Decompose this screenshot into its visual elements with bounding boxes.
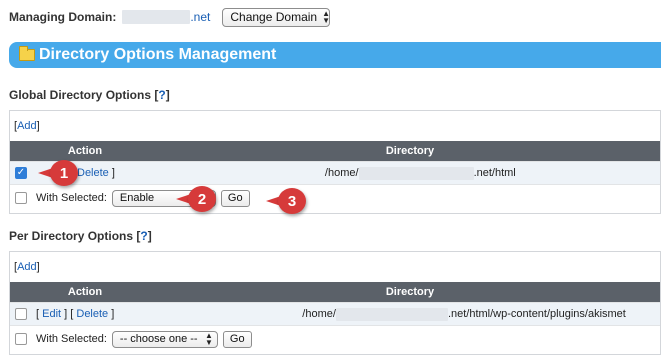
global-heading: Global Directory Options [?] [9,88,170,102]
redacted-domain [335,307,448,321]
global-panel: [ Add ] Action Directory ✓ Delete ] /hom… [9,110,661,214]
perdir-heading: Per Directory Options [?] [9,229,152,243]
perdir-panel: [ Add ] Action Directory [ Edit ] [ Dele… [9,251,661,355]
perdir-row-edit-link[interactable]: Edit [42,308,61,320]
global-select-all-checkbox[interactable] [15,192,27,204]
perdir-action-select[interactable]: -- choose one -- ▲ ▼ [111,330,218,348]
callout-1: 1 [38,160,78,186]
managing-domain-row: Managing Domain: .net Change Domain ▲ ▼ [9,7,331,27]
redacted-domain [358,166,474,180]
perdir-col-directory: Directory [385,286,435,298]
global-table-header: Action Directory [10,141,660,161]
perdir-dir-suffix: .net/html/wp-content/plugins/akismet [447,308,626,320]
folder-icon [19,46,35,61]
checkmark-icon: ✓ [16,167,26,178]
perdir-table-row: [ Edit ] [ Delete ] /home/ .net/html/wp-… [10,302,660,325]
global-col-action: Action [67,145,103,157]
perdir-action-select-value: -- choose one -- [119,333,198,345]
global-add-link[interactable]: Add [17,120,37,132]
perdir-row-checkbox[interactable] [15,308,27,320]
callout-1-number: 1 [59,164,69,182]
perdir-add-link[interactable]: Add [17,261,37,273]
global-row-actions: Delete ] [77,167,115,179]
global-col-directory: Directory [385,145,435,157]
global-row-directory: /home/ .net/html [324,166,516,180]
perdir-row-delete-link[interactable]: Delete [76,308,108,320]
updown-arrows-icon: ▲ ▼ [322,9,330,25]
updown-arrows-icon: ▲ ▼ [205,331,213,347]
callout-2-number: 2 [197,190,207,208]
perdir-table-header: Action Directory [10,282,660,302]
global-add-row: [ Add ] [14,120,40,132]
callout-3: 3 [266,188,306,214]
perdir-col-action: Action [67,286,103,298]
section-title: Directory Options Management [39,46,277,63]
perdir-dir-prefix: /home/ [302,308,336,320]
perdir-row-directory: /home/ .net/html/wp-content/plugins/akis… [302,307,626,321]
redacted-domain [122,10,191,24]
perdir-row-actions: [ Edit ] [ Delete ] [36,308,115,320]
global-help-link[interactable]: ? [158,88,165,102]
perdir-heading-text: Per Directory Options [9,229,134,243]
perdir-go-button[interactable]: Go [222,330,252,348]
global-go-button[interactable]: Go [220,189,250,207]
perdir-select-all-checkbox[interactable] [15,333,27,345]
change-domain-label: Change Domain [230,10,318,24]
perdir-with-selected-row: With Selected: -- choose one -- ▲ ▼ Go [10,325,660,352]
domain-suffix: .net [190,10,211,24]
global-table-row: ✓ Delete ] /home/ .net/html [10,161,660,184]
global-action-select-value: Enable [119,192,155,204]
global-with-selected-label: With Selected: [36,192,107,204]
perdir-with-selected-label: With Selected: [36,333,107,345]
perdir-help-link[interactable]: ? [140,229,147,243]
global-dir-suffix: .net/html [473,167,516,179]
managing-domain-label: Managing Domain: [9,10,117,24]
perdir-add-row: [ Add ] [14,261,40,273]
callout-3-number: 3 [287,192,297,210]
callout-2: 2 [176,186,216,212]
global-row-checkbox[interactable]: ✓ [15,167,27,179]
global-heading-text: Global Directory Options [9,88,152,102]
global-row-delete-link[interactable]: Delete [77,167,109,179]
global-with-selected-row: With Selected: Enable Go [10,184,660,211]
change-domain-select[interactable]: Change Domain ▲ ▼ [222,7,331,27]
global-dir-prefix: /home/ [324,167,359,179]
section-header: Directory Options Management [9,42,661,68]
